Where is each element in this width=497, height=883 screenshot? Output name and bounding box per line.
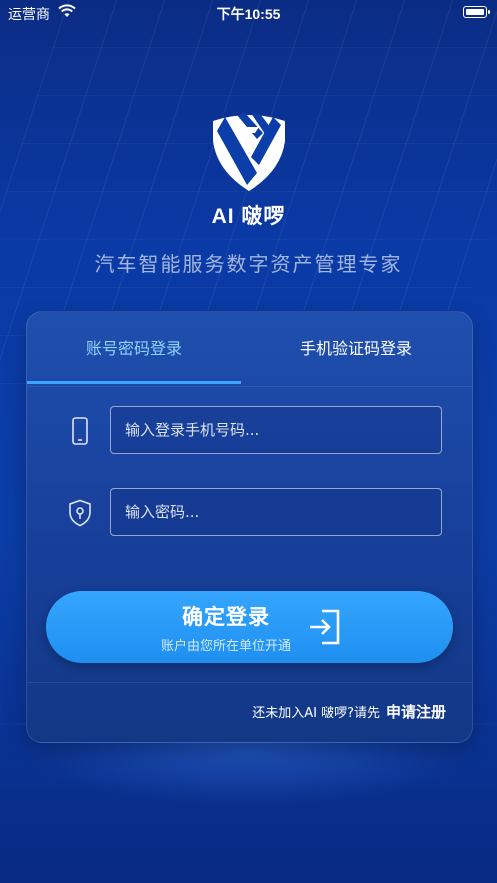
password-input[interactable] — [110, 488, 442, 536]
battery-icon — [463, 6, 490, 18]
tab-account-password[interactable]: 账号密码登录 — [27, 312, 241, 386]
active-tab-indicator — [27, 381, 241, 384]
login-enter-icon — [310, 609, 340, 645]
register-prompt: 还未加入AI 啵啰?请先 申请注册 — [252, 701, 446, 722]
phone-row — [27, 406, 472, 456]
status-time: 下午10:55 — [216, 6, 281, 22]
password-row — [27, 488, 472, 538]
login-card: 账号密码登录 手机验证码登录 确定登录 账户由您所在单位开通 还未加入AI 啵啰… — [26, 311, 473, 743]
status-bar: 运营商 下午10:55 — [0, 0, 497, 24]
register-prompt-text: 还未加入AI 啵啰?请先 — [252, 706, 380, 721]
app-tagline: 汽车智能服务数字资产管理专家 — [94, 252, 403, 276]
login-button-label: 确定登录 — [182, 606, 270, 629]
brand-logo — [213, 113, 285, 191]
login-button-sublabel: 账户由您所在单位开通 — [160, 638, 291, 653]
card-divider — [27, 682, 472, 683]
phone-icon — [72, 417, 88, 445]
login-tabs: 账号密码登录 手机验证码登录 — [27, 312, 472, 387]
register-link[interactable]: 申请注册 — [386, 703, 446, 721]
phone-input[interactable] — [110, 406, 442, 454]
shield-lock-icon — [69, 499, 91, 527]
tab-sms-code[interactable]: 手机验证码登录 — [249, 312, 463, 386]
app-name: AI 啵啰 — [211, 205, 286, 228]
login-button[interactable]: 确定登录 账户由您所在单位开通 — [46, 591, 453, 663]
